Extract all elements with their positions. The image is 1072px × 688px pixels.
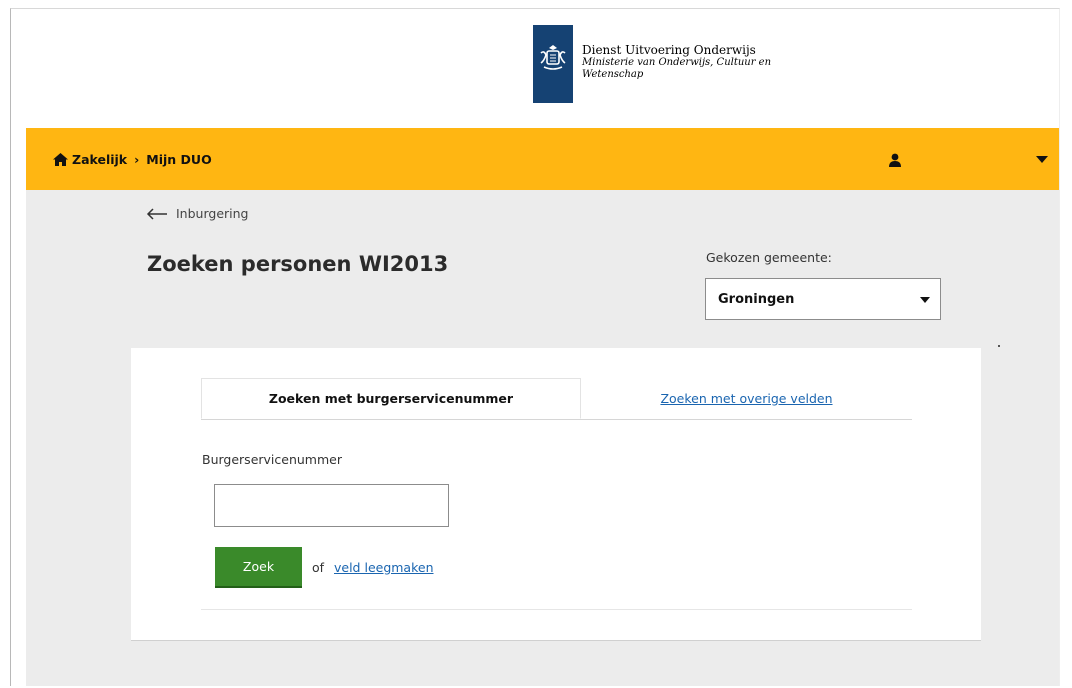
breadcrumb-zakelijk[interactable]: Zakelijk	[72, 152, 127, 167]
clear-field-link[interactable]: veld leegmaken	[334, 560, 434, 575]
logo-line-2: Ministerie van Onderwijs, Cultuur en	[582, 57, 772, 68]
or-text: of	[312, 560, 325, 575]
bsn-input[interactable]	[214, 484, 449, 527]
tab-burgerservicenummer[interactable]: Zoeken met burgerservicenummer	[201, 378, 581, 419]
page-title: Zoeken personen WI2013	[147, 252, 449, 276]
tab-overige-velden[interactable]: Zoeken met overige velden	[581, 378, 912, 419]
page-frame: Dienst Uitvoering Onderwijs Ministerie v…	[10, 8, 1060, 686]
content-area: Inburgering Zoeken personen WI2013 Gekoz…	[26, 190, 1059, 686]
gemeente-label: Gekozen gemeente:	[706, 250, 832, 265]
bsn-label: Burgerservicenummer	[202, 452, 342, 467]
coat-of-arms-icon	[533, 25, 573, 103]
chevron-down-icon[interactable]	[1036, 156, 1048, 163]
breadcrumb-separator: ›	[134, 151, 140, 167]
decorative-dot	[998, 345, 1000, 347]
home-icon[interactable]	[53, 152, 68, 166]
back-link-label[interactable]: Inburgering	[176, 206, 248, 221]
gemeente-selected-value: Groningen	[718, 291, 795, 307]
search-tabs: Zoeken met burgerservicenummer Zoeken me…	[201, 378, 912, 420]
duo-logo: Dienst Uitvoering Onderwijs Ministerie v…	[533, 25, 771, 121]
main-navigation-bar: Zakelijk › Mijn DUO	[26, 128, 1059, 190]
logo-line-3: Wetenschap	[582, 69, 644, 80]
logo-line-1: Dienst Uitvoering Onderwijs	[582, 43, 756, 57]
gemeente-select[interactable]: Groningen	[705, 278, 941, 320]
dropdown-caret-icon	[920, 297, 930, 303]
back-link[interactable]: Inburgering	[146, 206, 248, 221]
search-card: Zoeken met burgerservicenummer Zoeken me…	[131, 348, 981, 641]
divider	[201, 609, 912, 610]
breadcrumb-mijn-duo[interactable]: Mijn DUO	[146, 152, 211, 167]
arrow-left-icon	[146, 207, 168, 220]
breadcrumb: Zakelijk › Mijn DUO	[53, 152, 212, 167]
zoek-button[interactable]: Zoek	[215, 547, 302, 588]
user-icon[interactable]	[888, 152, 902, 167]
